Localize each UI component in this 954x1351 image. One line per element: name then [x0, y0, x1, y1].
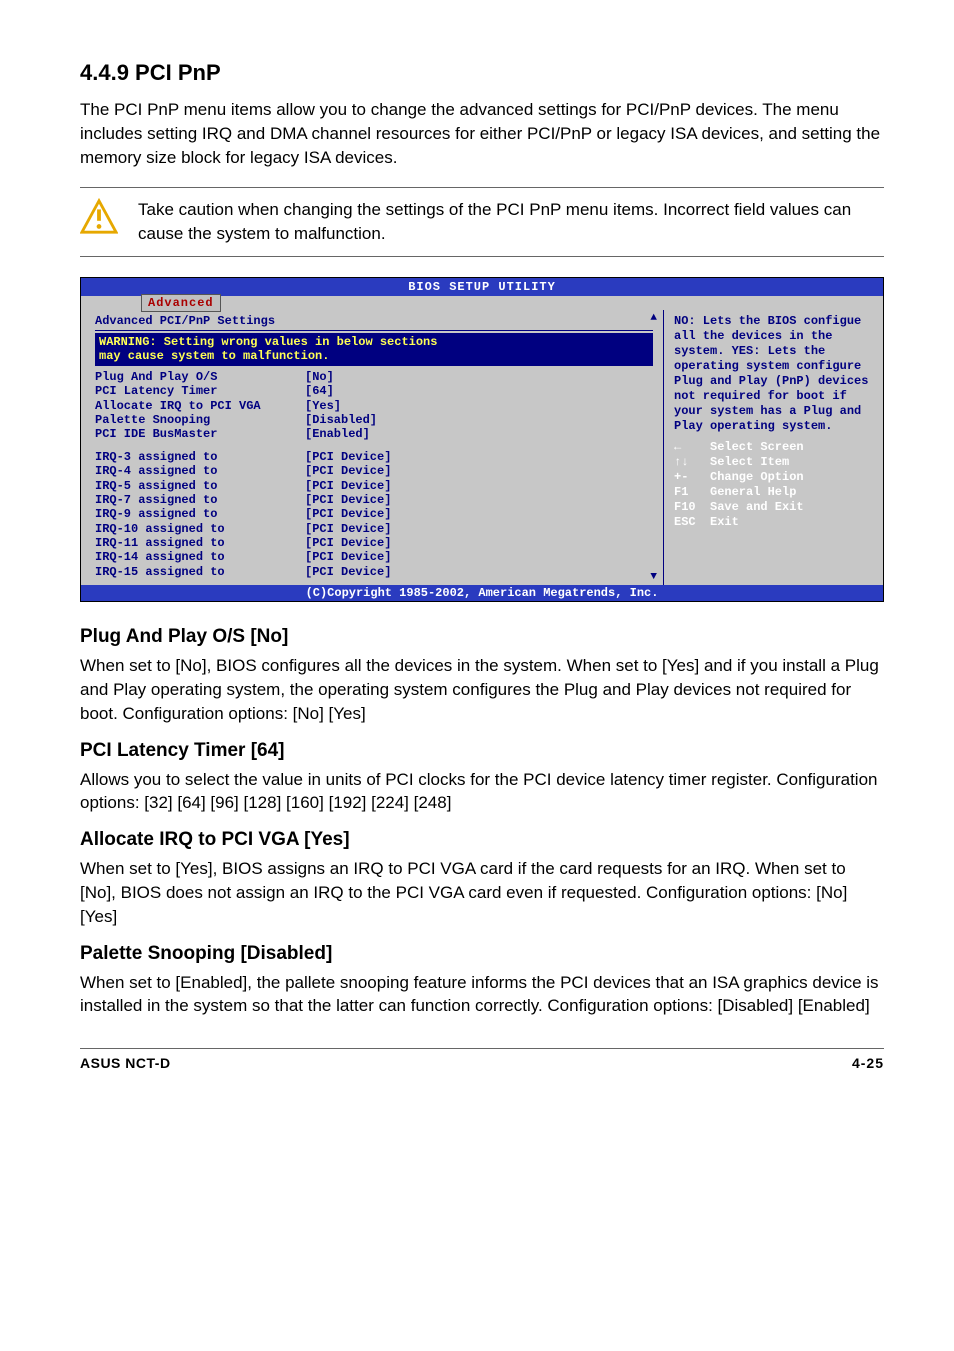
bios-section-header: Advanced PCI/PnP Settings: [95, 314, 653, 331]
bios-warning: WARNING: Setting wrong values in below s…: [95, 333, 653, 366]
bios-setting-row: PCI Latency Timer[64]: [95, 384, 653, 398]
bios-key-legend: ←Select Screen ↑↓Select Item +-Change Op…: [674, 440, 875, 530]
subheading-plug-and-play: Plug And Play O/S [No]: [80, 626, 884, 648]
warning-icon: [80, 198, 118, 241]
section-heading: 4.4.9 PCI PnP: [80, 60, 884, 86]
subheading-allocate-irq: Allocate IRQ to PCI VGA [Yes]: [80, 829, 884, 851]
bios-irq-row: IRQ-4 assigned to[PCI Device]: [95, 464, 653, 478]
footer-product: ASUS NCT-D: [80, 1055, 171, 1071]
document-page: 4.4.9 PCI PnP The PCI PnP menu items all…: [0, 0, 954, 1111]
bios-setting-row: Plug And Play O/S[No]: [95, 370, 653, 384]
caution-text: Take caution when changing the settings …: [138, 198, 884, 246]
footer-page-number: 4-25: [852, 1055, 884, 1071]
subheading-palette-snooping: Palette Snooping [Disabled]: [80, 943, 884, 965]
bios-irq-row: IRQ-9 assigned to[PCI Device]: [95, 507, 653, 521]
bios-setting-row: Palette Snooping[Disabled]: [95, 413, 653, 427]
bios-titlebar: BIOS SETUP UTILITY Advanced: [81, 278, 883, 296]
caution-note: Take caution when changing the settings …: [80, 187, 884, 257]
bios-irq-row: IRQ-10 assigned to[PCI Device]: [95, 522, 653, 536]
bios-setting-row: PCI IDE BusMaster[Enabled]: [95, 427, 653, 441]
scroll-up-icon: ▲: [650, 312, 657, 324]
bios-irq-row: IRQ-11 assigned to[PCI Device]: [95, 536, 653, 550]
bios-copyright: (C)Copyright 1985-2002, American Megatre…: [81, 585, 883, 601]
bios-irq-row: IRQ-7 assigned to[PCI Device]: [95, 493, 653, 507]
bios-warning-line2: may cause system to malfunction.: [99, 349, 649, 363]
bios-right-pane: NO: Lets the BIOS configue all the devic…: [663, 310, 883, 585]
page-footer: ASUS NCT-D 4-25: [80, 1048, 884, 1071]
scroll-down-icon: ▼: [650, 571, 657, 583]
subheading-pci-latency: PCI Latency Timer [64]: [80, 740, 884, 762]
bios-help-text: NO: Lets the BIOS configue all the devic…: [674, 314, 875, 434]
paragraph: Allows you to select the value in units …: [80, 768, 884, 816]
intro-paragraph: The PCI PnP menu items allow you to chan…: [80, 98, 884, 169]
bios-title: BIOS SETUP UTILITY: [408, 280, 556, 294]
bios-irq-row: IRQ-15 assigned to[PCI Device]: [95, 565, 653, 579]
paragraph: When set to [Enabled], the pallete snoop…: [80, 971, 884, 1019]
bios-irq-row: IRQ-5 assigned to[PCI Device]: [95, 479, 653, 493]
bios-left-pane: ▲ Advanced PCI/PnP Settings WARNING: Set…: [81, 310, 663, 585]
bios-irq-row: IRQ-3 assigned to[PCI Device]: [95, 450, 653, 464]
paragraph: When set to [Yes], BIOS assigns an IRQ t…: [80, 857, 884, 928]
bios-setting-row: Allocate IRQ to PCI VGA[Yes]: [95, 399, 653, 413]
bios-screenshot: BIOS SETUP UTILITY Advanced ▲ Advanced P…: [80, 277, 884, 602]
bios-irq-row: IRQ-14 assigned to[PCI Device]: [95, 550, 653, 564]
bios-warning-line1: WARNING: Setting wrong values in below s…: [99, 335, 649, 349]
paragraph: When set to [No], BIOS configures all th…: [80, 654, 884, 725]
